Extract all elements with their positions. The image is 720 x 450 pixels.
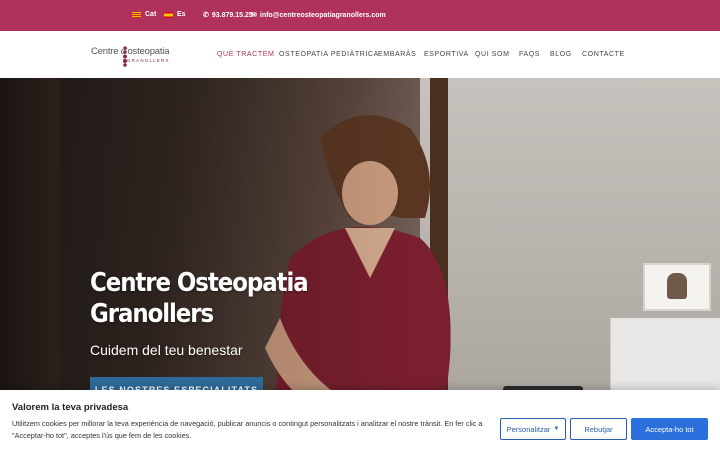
cookie-title: Valorem la teva privadesa (12, 402, 129, 413)
phone-icon: ✆ (203, 12, 209, 19)
hero-title: Centre Osteopatia Granollers (90, 268, 309, 329)
phone-text: 93.879.15.25 (211, 11, 253, 19)
nav-blog[interactable]: BLOG (550, 51, 572, 58)
logo-line2: GRANOLLERS (127, 58, 170, 63)
email-text: info@centreosteopatiagranollers.com (259, 11, 386, 19)
nav-qui-som[interactable]: QUI SOM (475, 51, 510, 58)
nav-osteopatia-pediatrica[interactable]: OSTEOPATIA PEDIÀTRICA (279, 51, 379, 58)
spanish-flag-icon (164, 11, 173, 18)
email-link[interactable]: ✉ info@centreosteopatiagranollers.com (251, 11, 386, 20)
site-logo[interactable]: Centre d'osteopatia GRANOLLERS (91, 44, 170, 68)
cookie-text: Utilitzem cookies per millorar la teva e… (12, 419, 483, 440)
cookie-banner: Valorem la teva privadesa Utilitzem cook… (0, 390, 720, 450)
top-bar: Cat Es ✆ 93.879.15.25 ✉ info@centreosteo… (0, 0, 720, 31)
customize-button[interactable]: Personalitzar ▼ (500, 418, 566, 440)
spine-logo-icon (122, 46, 128, 67)
caret-down-icon: ▼ (553, 426, 560, 432)
site-header: Centre d'osteopatia GRANOLLERS QUÈ TRACT… (0, 31, 720, 78)
nav-que-tractem[interactable]: QUÈ TRACTEM (217, 51, 274, 58)
lang-es-label: Es (177, 11, 186, 18)
hero-picture-frame (643, 263, 711, 311)
lang-es-link[interactable]: Es (164, 11, 186, 18)
envelope-icon: ✉ (251, 12, 257, 19)
logo-line1: Centre d'osteopatia (91, 46, 170, 57)
reject-button[interactable]: Rebutjar (570, 418, 627, 440)
lang-cat-link[interactable]: Cat (132, 11, 156, 18)
customize-label: Personalitzar (506, 424, 551, 434)
nav-embaras[interactable]: EMBARÀS (378, 51, 416, 58)
nav-faqs[interactable]: FAQS (519, 51, 540, 58)
phone-link[interactable]: ✆ 93.879.15.25 (203, 11, 253, 20)
nav-contacte[interactable]: CONTACTE (582, 51, 625, 58)
lang-cat-label: Cat (145, 11, 157, 18)
accept-all-button[interactable]: Accepta-ho tot (631, 418, 708, 440)
nav-esportiva[interactable]: ESPORTIVA (424, 51, 469, 58)
hero-subtitle: Cuidem del teu benestar (90, 342, 243, 358)
catalan-flag-icon (132, 11, 141, 18)
